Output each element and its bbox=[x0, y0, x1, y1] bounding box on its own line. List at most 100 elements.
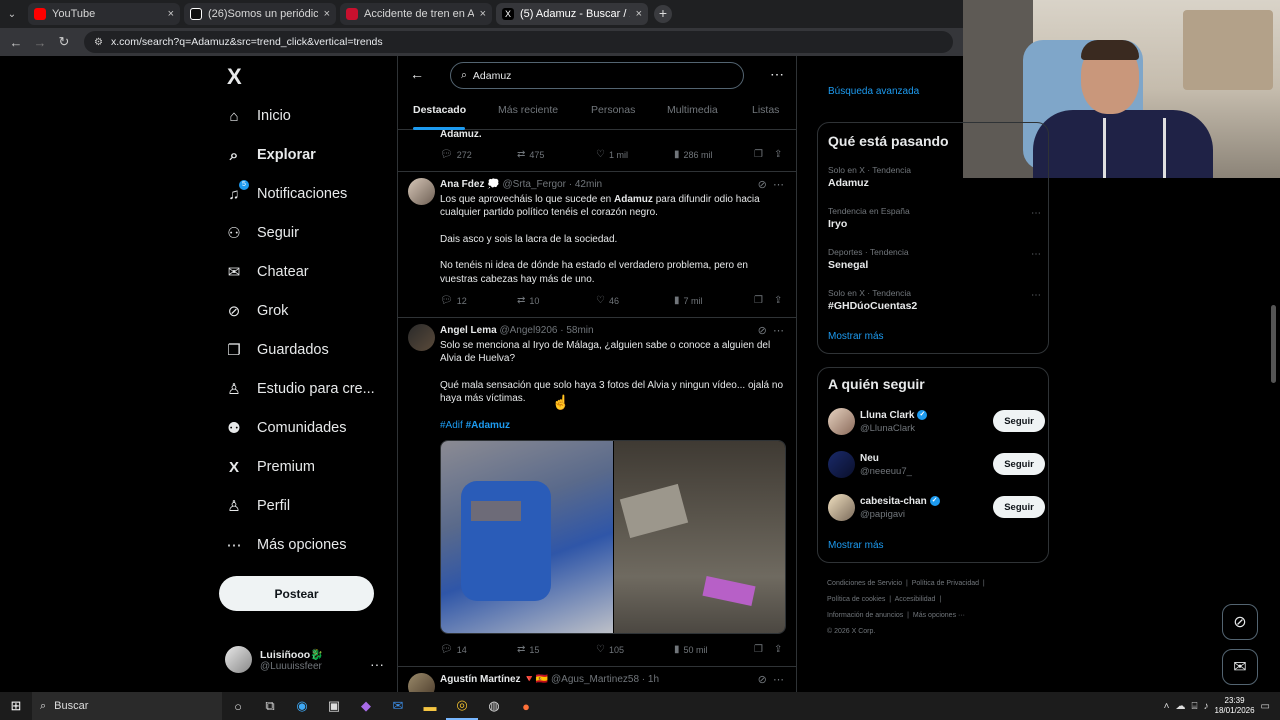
account-more-icon[interactable]: ··· bbox=[370, 656, 384, 672]
browser-tab-tiktok[interactable]: (26)Somos un periódico (@elm × bbox=[184, 3, 336, 25]
more-icon[interactable]: ⋯ bbox=[773, 179, 784, 191]
like-button[interactable]: ♡ 46 bbox=[596, 295, 619, 306]
close-icon[interactable]: × bbox=[168, 8, 174, 20]
tray-chevron-icon[interactable]: ˄ bbox=[1164, 701, 1170, 712]
tweet[interactable]: Agustín Martínez 🔻🇪🇸 @Agus_Martinez58 · … bbox=[398, 667, 796, 692]
file-explorer-icon[interactable]: ▬ bbox=[414, 692, 446, 720]
reply-button[interactable]: 💬︎ 12 bbox=[440, 295, 467, 306]
footer-link[interactable]: Más opciones ··· bbox=[913, 612, 965, 619]
bookmark-button[interactable]: ❐ bbox=[754, 644, 763, 655]
avatar[interactable] bbox=[408, 178, 435, 205]
onedrive-icon[interactable]: ☁ bbox=[1176, 701, 1186, 712]
back-icon[interactable]: ← bbox=[4, 35, 28, 50]
share-button[interactable]: ⇪ bbox=[774, 149, 782, 160]
tab-mas-reciente[interactable]: Más reciente bbox=[498, 104, 558, 116]
avatar[interactable] bbox=[408, 324, 435, 351]
retweet-button[interactable]: ⇄ 475 bbox=[517, 149, 544, 160]
share-button[interactable]: ⇪ bbox=[774, 644, 782, 655]
trend-item[interactable]: Deportes · Tendencia Senegal ⋯ bbox=[828, 247, 1043, 271]
avatar[interactable] bbox=[408, 673, 435, 692]
tweet-media[interactable] bbox=[440, 440, 786, 634]
messages-fab-button[interactable]: ✉ bbox=[1222, 649, 1258, 685]
tweet-time[interactable]: · 58min bbox=[560, 325, 593, 336]
nav-mas-opciones[interactable]: ⋯ Más opciones bbox=[225, 525, 347, 565]
windows-start-icon[interactable]: ⊞ bbox=[0, 698, 32, 714]
tweet-time[interactable]: · 1h bbox=[642, 674, 659, 685]
nav-inicio[interactable]: ⌂ Inicio bbox=[225, 96, 290, 136]
volume-icon[interactable]: ♪ bbox=[1204, 701, 1209, 712]
follow-button[interactable]: Seguir bbox=[993, 496, 1045, 518]
edge-icon[interactable]: ◉ bbox=[286, 692, 318, 720]
visual-studio-icon[interactable]: ◆ bbox=[350, 692, 382, 720]
more-icon[interactable]: ⋯ bbox=[1031, 249, 1041, 260]
footer-link[interactable]: Política de cookies bbox=[827, 596, 885, 603]
tab-destacado[interactable]: Destacado bbox=[413, 104, 466, 116]
nav-perfil[interactable]: ♙ Perfil bbox=[225, 486, 290, 526]
follow-suggestion[interactable]: cabesita-chan ✓ @papigavi Seguir bbox=[828, 494, 1045, 524]
tweet-author-name[interactable]: Agustín Martínez 🔻🇪🇸 bbox=[440, 674, 548, 685]
taskbar-search[interactable]: ⌕ Buscar bbox=[32, 692, 222, 720]
tweet-time[interactable]: · 42min bbox=[569, 179, 602, 190]
close-icon[interactable]: × bbox=[480, 8, 486, 20]
new-tab-button[interactable]: + bbox=[654, 5, 672, 23]
retweet-button[interactable]: ⇄ 10 bbox=[517, 295, 539, 306]
tab-multimedia[interactable]: Multimedia bbox=[667, 104, 718, 116]
tweet-author-handle[interactable]: @Agus_Martinez58 bbox=[551, 674, 639, 685]
advanced-search-link[interactable]: Búsqueda avanzada bbox=[828, 86, 919, 97]
tweet-author-handle[interactable]: @Srta_Fergor bbox=[502, 179, 566, 190]
reload-icon[interactable]: ↻ bbox=[52, 34, 76, 50]
close-icon[interactable]: × bbox=[324, 8, 330, 20]
nav-guardados[interactable]: ❐ Guardados bbox=[225, 330, 328, 370]
more-icon[interactable]: ⋯ bbox=[770, 66, 784, 83]
obs-icon[interactable]: ◍ bbox=[478, 692, 510, 720]
like-button[interactable]: ♡ 105 bbox=[596, 644, 624, 655]
like-button[interactable]: ♡ 1 mil bbox=[596, 149, 628, 160]
reply-button[interactable]: 💬︎ 272 bbox=[440, 149, 472, 160]
grok-icon[interactable]: ⊘ bbox=[758, 325, 767, 337]
share-button[interactable]: ⇪ bbox=[774, 295, 782, 306]
footer-link[interactable]: Condiciones de Servicio bbox=[827, 580, 902, 587]
search-input[interactable]: ⌕ Adamuz bbox=[450, 62, 744, 89]
bookmark-button[interactable]: ❐ bbox=[754, 149, 763, 160]
trend-item[interactable]: Solo en X · Tendencia Adamuz bbox=[828, 165, 1043, 189]
nav-grok[interactable]: ⊘ Grok bbox=[225, 291, 289, 331]
clock[interactable]: 23:39 18/01/2026 bbox=[1215, 696, 1255, 716]
views-button[interactable]: ▮ 7 mil bbox=[674, 295, 703, 306]
account-switcher[interactable]: Luisiñooo🐉 @Luuuissfeer bbox=[225, 646, 323, 673]
footer-link[interactable]: Información de anuncios bbox=[827, 612, 903, 619]
cortana-icon[interactable]: ○ bbox=[222, 692, 254, 720]
network-icon[interactable]: ⌸ bbox=[1192, 701, 1198, 712]
grok-icon[interactable]: ⊘ bbox=[758, 674, 767, 686]
back-arrow-icon[interactable]: ← bbox=[410, 66, 424, 82]
firefox-icon[interactable]: ● bbox=[510, 692, 542, 720]
follow-suggestion[interactable]: Neu @neeeuu7_ Seguir bbox=[828, 451, 1045, 481]
views-button[interactable]: ▮ 50 mil bbox=[674, 644, 708, 655]
bookmark-button[interactable]: ❐ bbox=[754, 295, 763, 306]
views-button[interactable]: ▮ 286 mil bbox=[674, 149, 713, 160]
show-more-follows-link[interactable]: Mostrar más bbox=[828, 540, 884, 551]
follow-suggestion[interactable]: Lluna Clark ✓ @LlunaClark Seguir bbox=[828, 408, 1045, 438]
tweet-photo-1[interactable] bbox=[441, 441, 613, 633]
post-button[interactable]: Postear bbox=[219, 576, 374, 611]
more-icon[interactable]: ⋯ bbox=[1031, 290, 1041, 301]
trend-item[interactable]: Solo en X · Tendencia #GHDúoCuentas2 ⋯ bbox=[828, 288, 1043, 312]
nav-explorar[interactable]: ⌕ Explorar bbox=[225, 135, 316, 175]
follow-button[interactable]: Seguir bbox=[993, 453, 1045, 475]
more-icon[interactable]: ⋯ bbox=[1031, 208, 1041, 219]
trend-item[interactable]: Tendencia en España Iryo ⋯ bbox=[828, 206, 1043, 230]
page-scrollbar[interactable] bbox=[1271, 305, 1276, 383]
nav-comunidades[interactable]: ⚉ Comunidades bbox=[225, 408, 346, 448]
grok-fab-button[interactable]: ⊘ bbox=[1222, 604, 1258, 640]
nav-estudio[interactable]: ♙ Estudio para cre... bbox=[225, 369, 374, 409]
hashtag-link[interactable]: #Adamuz bbox=[466, 420, 510, 431]
tweet-author-name[interactable]: Angel Lema bbox=[440, 325, 497, 336]
mail-app-icon[interactable]: ✉ bbox=[382, 692, 414, 720]
retweet-button[interactable]: ⇄ 15 bbox=[517, 644, 539, 655]
site-info-icon[interactable]: ⚙ bbox=[94, 37, 103, 48]
follow-button[interactable]: Seguir bbox=[993, 410, 1045, 432]
nav-notificaciones[interactable]: ♫ 5 Notificaciones bbox=[225, 174, 347, 214]
show-more-trends-link[interactable]: Mostrar más bbox=[828, 331, 884, 342]
tweet-author-name[interactable]: Ana Fdez 💭 bbox=[440, 179, 500, 190]
close-icon[interactable]: × bbox=[636, 8, 642, 20]
footer-link[interactable]: Política de Privacidad bbox=[912, 580, 979, 587]
